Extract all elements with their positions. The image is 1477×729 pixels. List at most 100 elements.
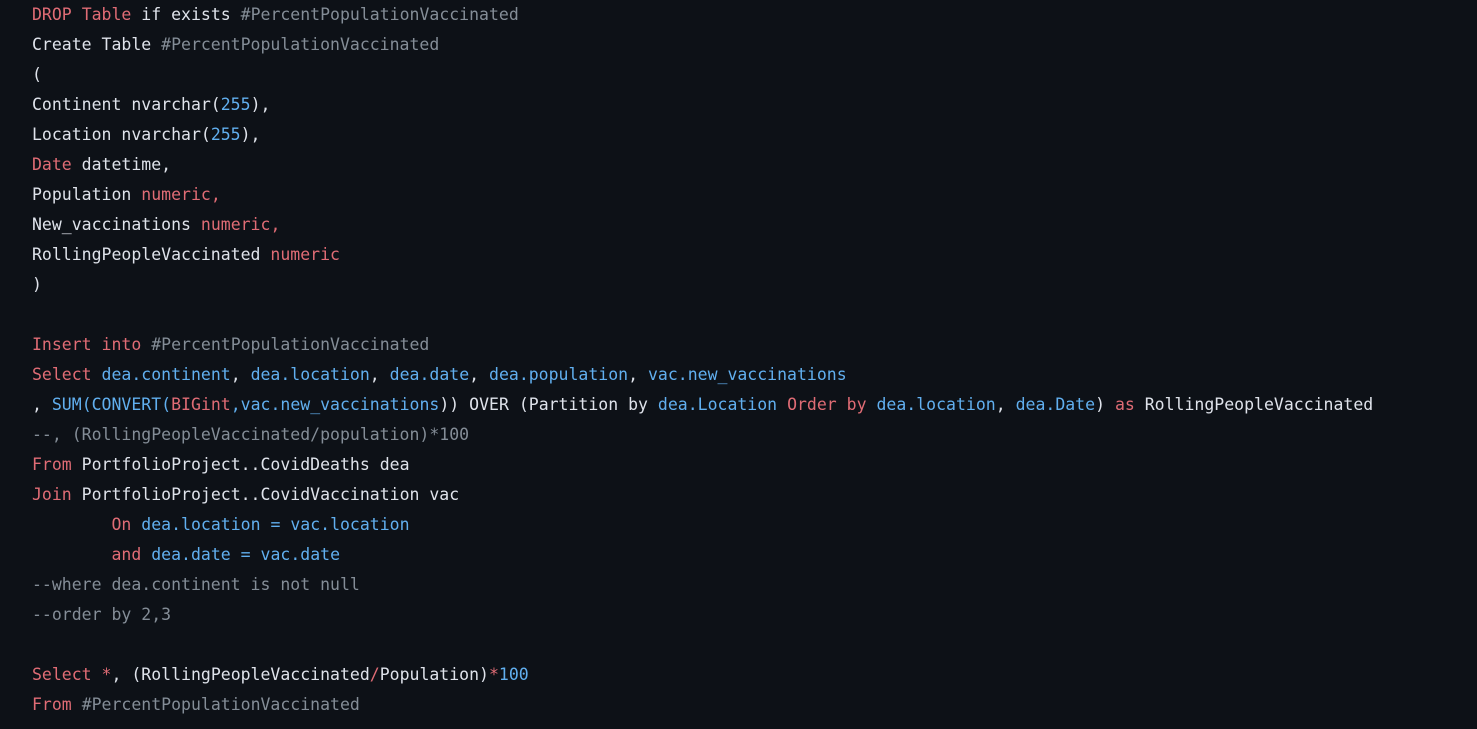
code-line[interactable]: RollingPeopleVaccinated numeric xyxy=(0,240,1477,270)
code-token: = xyxy=(260,515,291,534)
code-token: )) xyxy=(439,395,460,414)
code-token: 100 xyxy=(498,665,529,684)
code-line[interactable]: Continent nvarchar(255), xyxy=(0,90,1477,120)
code-token: numeric xyxy=(200,215,271,234)
code-token: vac.date xyxy=(260,545,341,564)
code-token: ), xyxy=(250,95,271,114)
code-token: dea.Location xyxy=(657,395,778,414)
code-line[interactable]: From PortfolioProject..CovidDeaths dea xyxy=(0,450,1477,480)
code-token: ( xyxy=(81,395,92,414)
code-token: numeric xyxy=(141,185,211,204)
code-token: On xyxy=(111,515,132,534)
code-line[interactable]: ( xyxy=(0,60,1477,90)
code-token: Create Table xyxy=(32,35,162,54)
code-line[interactable]: Insert into #PercentPopulationVaccinated xyxy=(0,330,1477,360)
code-token: dea.location xyxy=(876,395,996,414)
code-line[interactable]: --, (RollingPeopleVaccinated/population)… xyxy=(0,420,1477,450)
code-token: * xyxy=(101,665,112,684)
code-token: Join xyxy=(32,485,72,504)
code-token: , xyxy=(230,365,251,384)
code-token: Select xyxy=(32,665,92,684)
code-line[interactable]: Population numeric, xyxy=(0,180,1477,210)
code-line[interactable]: Location nvarchar(255), xyxy=(0,120,1477,150)
code-token: = xyxy=(230,545,261,564)
code-line[interactable]: Date datetime, xyxy=(0,150,1477,180)
code-line[interactable]: Select *, (RollingPeopleVaccinated/Popul… xyxy=(0,660,1477,690)
code-token: CONVERT xyxy=(91,395,162,414)
code-line[interactable]: From #PercentPopulationVaccinated xyxy=(0,690,1477,720)
code-token: , (RollingPeopleVaccinated xyxy=(111,665,370,684)
code-line[interactable] xyxy=(0,630,1477,660)
code-token: From xyxy=(32,455,72,474)
code-token: dea.continent xyxy=(101,365,231,384)
code-token: if exists xyxy=(131,5,241,24)
code-line[interactable]: New_vaccinations numeric, xyxy=(0,210,1477,240)
code-line[interactable]: Select dea.continent, dea.location, dea.… xyxy=(0,360,1477,390)
code-token: vac.new_vaccinations xyxy=(647,365,847,384)
code-line[interactable]: , SUM(CONVERT(BIGint,vac.new_vaccination… xyxy=(0,390,1477,420)
code-token: RollingPeopleVaccinated xyxy=(1134,395,1374,414)
code-token: Table xyxy=(81,5,132,24)
code-line[interactable]: On dea.location = vac.location xyxy=(0,510,1477,540)
code-token: PortfolioProject..CovidVaccination vac xyxy=(71,485,460,504)
code-line[interactable]: Create Table #PercentPopulationVaccinate… xyxy=(0,30,1477,60)
code-token: , xyxy=(628,365,648,384)
code-token: 255 xyxy=(210,125,241,144)
code-token: ) xyxy=(1095,395,1115,414)
code-token: and xyxy=(111,545,142,564)
code-token: ), xyxy=(240,125,261,144)
code-token: numeric xyxy=(270,245,340,264)
code-token: dea.date xyxy=(389,365,470,384)
code-token: dea.date xyxy=(151,545,231,564)
code-token: * xyxy=(488,665,499,684)
code-token: / xyxy=(369,665,380,684)
code-token: SUM xyxy=(51,395,82,414)
code-token: datetime, xyxy=(71,155,172,174)
code-token: vac.location xyxy=(290,515,410,534)
code-token: as xyxy=(1114,395,1135,414)
code-token: , xyxy=(210,185,221,204)
code-token: , xyxy=(230,395,241,414)
code-token: dea.location xyxy=(250,365,370,384)
code-token: vac.new_vaccinations xyxy=(240,395,440,414)
code-token: --where dea.continent is not null xyxy=(32,575,360,594)
code-token: #PercentPopulationVaccinated xyxy=(161,35,440,54)
code-line[interactable]: --order by 2,3 xyxy=(0,600,1477,630)
code-line[interactable]: --where dea.continent is not null xyxy=(0,570,1477,600)
code-token: #PercentPopulationVaccinated xyxy=(151,335,430,354)
code-token: , xyxy=(32,395,52,414)
code-token: BIGint xyxy=(171,395,231,414)
code-token: 255 xyxy=(220,95,251,114)
code-token: OVER (Partition by xyxy=(459,395,658,414)
code-line[interactable] xyxy=(0,300,1477,330)
code-line[interactable]: ) xyxy=(0,270,1477,300)
code-token: RollingPeopleVaccinated xyxy=(32,245,271,264)
code-line[interactable]: DROP Table if exists #PercentPopulationV… xyxy=(0,0,1477,30)
code-token: , xyxy=(995,395,1016,414)
code-token: , xyxy=(270,215,281,234)
code-token: , xyxy=(469,365,490,384)
code-line[interactable]: Join PortfolioProject..CovidVaccination … xyxy=(0,480,1477,510)
code-line[interactable]: and dea.date = vac.date xyxy=(0,540,1477,570)
sql-code-editor[interactable]: DROP Table if exists #PercentPopulationV… xyxy=(0,0,1477,729)
code-token: ( xyxy=(161,395,172,414)
code-token: Location nvarchar( xyxy=(32,125,211,144)
code-token: Continent nvarchar( xyxy=(32,95,221,114)
code-token: ) xyxy=(32,275,42,294)
code-token: Population xyxy=(32,185,142,204)
code-token: #PercentPopulationVaccinated xyxy=(240,5,519,24)
code-content-area[interactable]: DROP Table if exists #PercentPopulationV… xyxy=(0,0,1477,720)
code-token: --, (RollingPeopleVaccinated/population)… xyxy=(32,425,470,444)
code-token: dea.Date xyxy=(1015,395,1096,414)
code-token: PortfolioProject..CovidDeaths dea xyxy=(71,455,410,474)
